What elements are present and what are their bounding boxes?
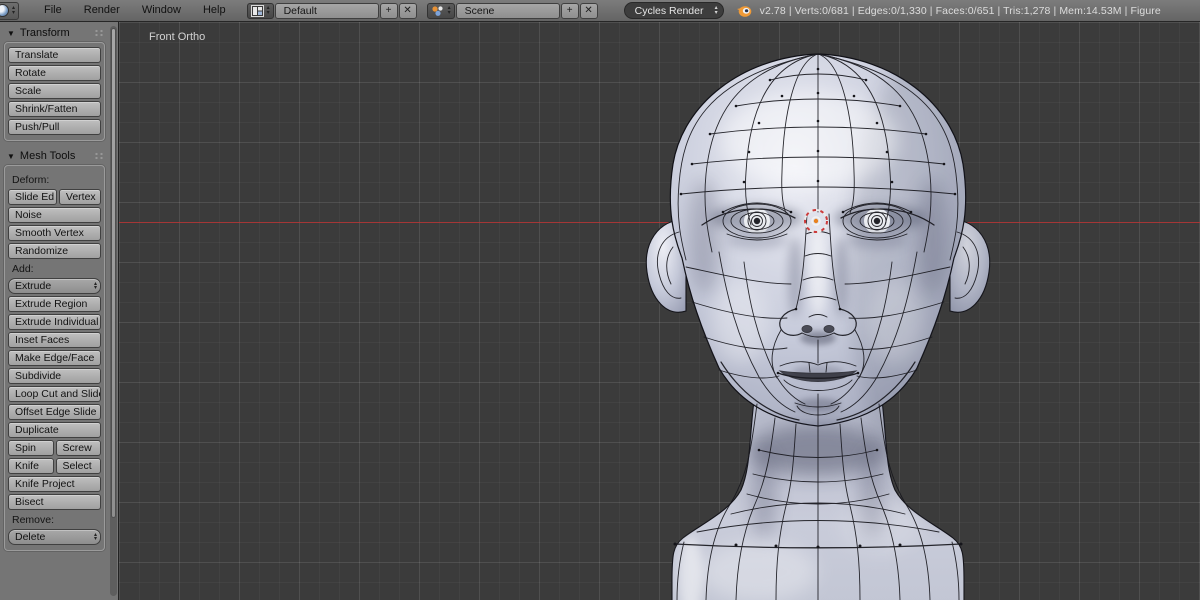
info-header: ▴▾ File Render Window Help ▴▾ Default + … — [0, 0, 1200, 22]
drag-handle-icon[interactable] — [94, 29, 105, 38]
panel-title: Mesh Tools — [20, 150, 75, 162]
menu-window[interactable]: Window — [131, 0, 192, 21]
render-engine-dropdown[interactable]: Cycles Render ▴▾ — [624, 2, 724, 19]
scale-button[interactable]: Scale — [8, 83, 101, 99]
shrink-fatten-button[interactable]: Shrink/Fatten — [8, 101, 101, 117]
extrude-region-button[interactable]: Extrude Region — [8, 296, 101, 312]
menu-bar: File Render Window Help — [33, 0, 237, 21]
menu-render[interactable]: Render — [73, 0, 131, 21]
make-edge-face-button[interactable]: Make Edge/Face — [8, 350, 101, 366]
viewport-3d[interactable]: Front Ortho — [119, 22, 1200, 600]
offset-edge-slide-button[interactable]: Offset Edge Slide — [8, 404, 101, 420]
smooth-vertex-button[interactable]: Smooth Vertex — [8, 225, 101, 241]
toolshelf-scrollbar[interactable] — [110, 26, 117, 596]
rotate-button[interactable]: Rotate — [8, 65, 101, 81]
scene-icon-button[interactable]: ▴▾ — [427, 3, 455, 19]
panel-transform: Translate Rotate Scale Shrink/Fatten Pus… — [4, 42, 105, 141]
collapse-arrow-icon: ▼ — [7, 152, 15, 161]
screen-layout-icon-button[interactable]: ▴▾ — [247, 3, 274, 19]
menu-file[interactable]: File — [33, 0, 73, 21]
blender-logo-icon — [736, 4, 752, 18]
chevron-updown-icon: ▴▾ — [12, 6, 15, 15]
scene-selector: ▴▾ Scene + ✕ — [427, 3, 598, 19]
chevron-updown-icon: ▴▾ — [94, 282, 97, 291]
wireframe-head-model[interactable] — [119, 22, 1200, 600]
deform-label: Deform: — [12, 174, 101, 186]
panel-mesh-tools: Deform: Slide Ed Vertex Noise Smooth Ver… — [4, 165, 105, 551]
chevron-updown-icon: ▴▾ — [715, 6, 718, 15]
figure-mesh — [646, 22, 1089, 600]
randomize-button[interactable]: Randomize — [8, 243, 101, 259]
extrude-individual-button[interactable]: Extrude Individual — [8, 314, 101, 330]
panel-header-transform[interactable]: ▼ Transform — [0, 22, 109, 41]
delete-dropdown[interactable]: Delete ▴▾ — [8, 529, 101, 545]
tool-shelf: ▼ Transform Translate Rotate Scale Shrin… — [0, 22, 119, 600]
panel-title: Transform — [20, 27, 70, 39]
translate-button[interactable]: Translate — [8, 47, 101, 63]
screw-button[interactable]: Screw — [56, 440, 102, 456]
editor-type-dropdown[interactable]: ▴▾ — [0, 2, 19, 20]
remove-layout-button[interactable]: ✕ — [399, 3, 417, 19]
add-scene-button[interactable]: + — [561, 3, 579, 19]
scene-stats: v2.78 | Verts:0/681 | Edges:0/1,330 | Fa… — [760, 5, 1161, 17]
knife-project-button[interactable]: Knife Project — [8, 476, 101, 492]
menu-help[interactable]: Help — [192, 0, 237, 21]
info-editor-icon — [0, 4, 9, 17]
remove-label: Remove: — [12, 514, 101, 526]
extrude-dropdown[interactable]: Extrude ▴▾ — [8, 278, 101, 294]
screen-layout-icon — [251, 5, 264, 17]
scene-name-field[interactable]: Scene — [456, 3, 560, 19]
duplicate-button[interactable]: Duplicate — [8, 422, 101, 438]
chevron-updown-icon: ▴▾ — [267, 6, 270, 15]
scene-icon — [431, 5, 445, 17]
noise-button[interactable]: Noise — [8, 207, 101, 223]
inset-faces-button[interactable]: Inset Faces — [8, 332, 101, 348]
chevron-updown-icon: ▴▾ — [94, 533, 97, 542]
layout-name-field[interactable]: Default — [275, 3, 379, 19]
slide-vertex-button[interactable]: Vertex — [59, 189, 101, 205]
panel-header-mesh-tools[interactable]: ▼ Mesh Tools — [0, 145, 109, 164]
screen-layout-selector: ▴▾ Default + ✕ — [247, 3, 417, 19]
render-engine-value: Cycles Render — [635, 5, 704, 17]
drag-handle-icon[interactable] — [94, 152, 105, 161]
add-label: Add: — [12, 263, 101, 275]
spin-button[interactable]: Spin — [8, 440, 54, 456]
loop-cut-slide-button[interactable]: Loop Cut and Slide — [8, 386, 101, 402]
chevron-updown-icon: ▴▾ — [448, 6, 451, 15]
push-pull-button[interactable]: Push/Pull — [8, 119, 101, 135]
knife-button[interactable]: Knife — [8, 458, 54, 474]
knife-select-button[interactable]: Select — [56, 458, 102, 474]
remove-scene-button[interactable]: ✕ — [580, 3, 598, 19]
add-layout-button[interactable]: + — [380, 3, 398, 19]
scrollbar-thumb[interactable] — [111, 28, 116, 518]
bisect-button[interactable]: Bisect — [8, 494, 101, 510]
slide-edge-button[interactable]: Slide Ed — [8, 189, 57, 205]
subdivide-button[interactable]: Subdivide — [8, 368, 101, 384]
collapse-arrow-icon: ▼ — [7, 29, 15, 38]
